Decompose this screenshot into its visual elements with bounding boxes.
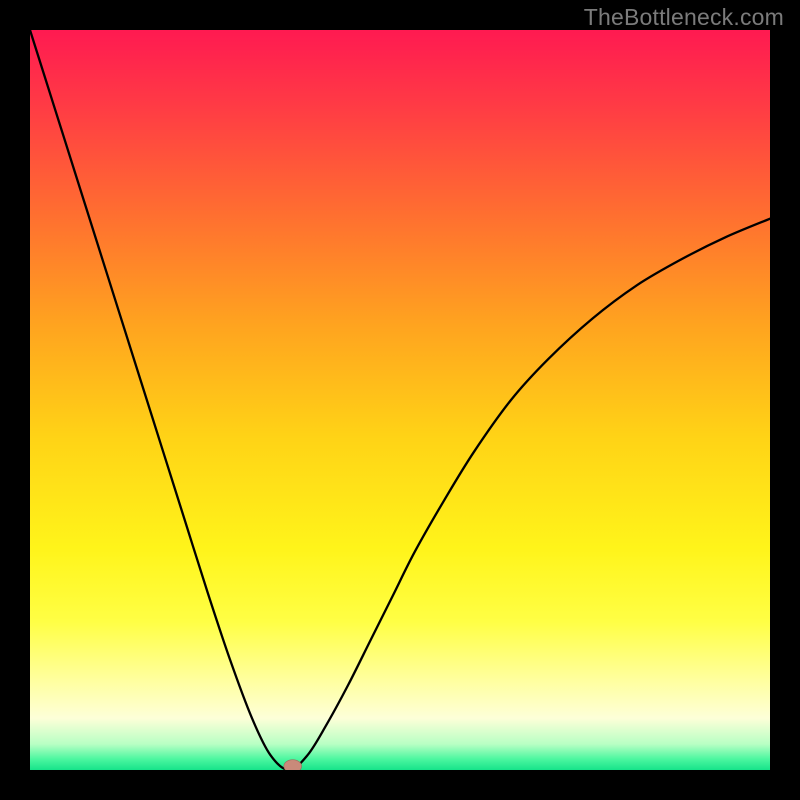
watermark-label: TheBottleneck.com	[584, 4, 784, 31]
chart-container: TheBottleneck.com	[0, 0, 800, 800]
gradient-background	[30, 30, 770, 770]
bottleneck-chart	[30, 30, 770, 770]
optimal-point-marker	[284, 760, 302, 770]
plot-area	[30, 30, 770, 770]
